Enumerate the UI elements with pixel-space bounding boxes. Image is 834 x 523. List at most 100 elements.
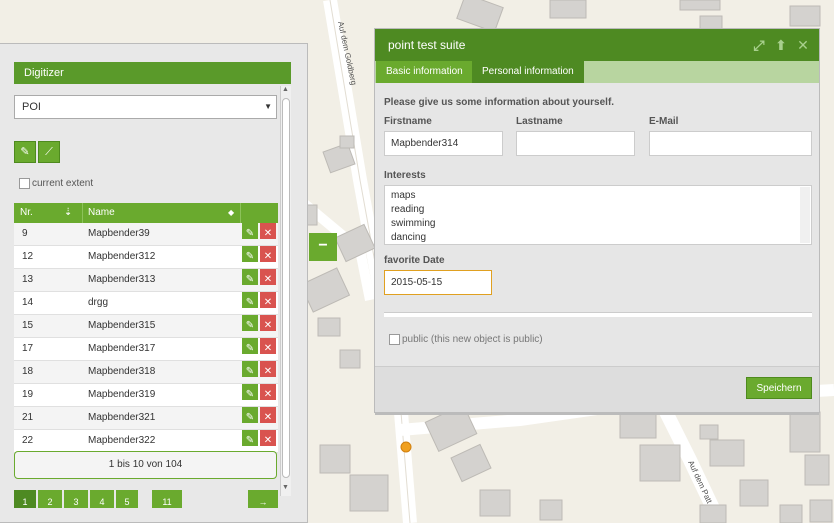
column-divider (82, 203, 83, 223)
fullscreen-icon[interactable]: ⤢ (751, 37, 767, 53)
public-label: public (this new object is public) (402, 334, 543, 346)
edit-icon[interactable]: ✎ (242, 384, 258, 400)
table-row[interactable]: 12 Mapbender312 ✎ ✕ (14, 246, 278, 269)
favorite-date-field[interactable]: 2015-05-15 (384, 270, 492, 295)
tab-basic-information[interactable]: Basic information (376, 61, 473, 83)
draw-line-button[interactable]: ⟋ (38, 141, 60, 163)
intro-text: Please give us some information about yo… (384, 97, 615, 108)
interest-option[interactable]: maps (391, 190, 415, 201)
delete-icon[interactable]: ✕ (260, 269, 276, 285)
table-row[interactable]: 15 Mapbender315 ✎ ✕ (14, 315, 278, 338)
panel-scrollbar[interactable]: ▲ ▼ (280, 86, 291, 496)
lastname-label: Lastname (516, 116, 563, 127)
row-nr: 13 (22, 274, 34, 285)
favorite-date-label: favorite Date (384, 255, 445, 266)
column-nr-header[interactable]: Nr. (20, 203, 33, 223)
page-last-button[interactable]: 11 (152, 490, 182, 508)
page-2-button[interactable]: 2 (38, 490, 62, 508)
layer-select[interactable]: POI ▼ (14, 95, 277, 119)
table-row[interactable]: 21 Mapbender321 ✎ ✕ (14, 407, 278, 430)
public-checkbox[interactable] (389, 334, 400, 345)
edit-icon[interactable]: ✎ (242, 223, 258, 239)
row-name: Mapbender317 (88, 343, 156, 354)
edit-icon[interactable]: ✎ (242, 361, 258, 377)
edit-icon[interactable]: ✎ (242, 315, 258, 331)
table-row[interactable]: 17 Mapbender317 ✎ ✕ (14, 338, 278, 361)
interests-listbox[interactable]: maps reading swimming dancing (384, 185, 812, 245)
delete-icon[interactable]: ✕ (260, 407, 276, 423)
public-row[interactable]: public (this new object is public) (389, 334, 543, 345)
table-row[interactable]: 13 Mapbender313 ✎ ✕ (14, 269, 278, 292)
firstname-label: Firstname (384, 116, 432, 127)
table-row[interactable]: 9 Mapbender39 ✎ ✕ (14, 223, 278, 246)
page-5-button[interactable]: 5 (116, 490, 138, 508)
arrow-up-icon[interactable]: ⬆ (773, 37, 789, 53)
edit-icon[interactable]: ✎ (242, 407, 258, 423)
current-extent-row[interactable]: current extent (19, 178, 93, 189)
close-icon[interactable]: ✕ (795, 37, 811, 53)
interests-label: Interests (384, 170, 426, 181)
scroll-thumb[interactable] (282, 98, 290, 478)
row-nr: 9 (22, 228, 28, 239)
interests-scrollbar[interactable] (800, 187, 810, 243)
lastname-field[interactable] (516, 131, 635, 156)
delete-icon[interactable]: ✕ (260, 361, 276, 377)
delete-icon[interactable]: ✕ (260, 430, 276, 446)
table-row[interactable]: 14 drgg ✎ ✕ (14, 292, 278, 315)
save-button[interactable]: Speichern (746, 377, 812, 399)
email-field[interactable] (649, 131, 812, 156)
row-nr: 14 (22, 297, 34, 308)
interest-option[interactable]: reading (391, 204, 424, 215)
delete-icon[interactable]: ✕ (260, 223, 276, 239)
tab-personal-information[interactable]: Personal information (472, 61, 584, 83)
delete-icon[interactable]: ✕ (260, 338, 276, 354)
edit-icon[interactable]: ✎ (242, 269, 258, 285)
feature-table: Nr. ⇣ Name ◆ 9 Mapbender39 ✎ ✕ 12 Mapbender31… (14, 203, 278, 453)
scroll-up-icon[interactable]: ▲ (282, 86, 289, 93)
edit-icon[interactable]: ✎ (242, 430, 258, 446)
interest-option[interactable]: dancing (391, 232, 426, 243)
row-nr: 15 (22, 320, 34, 331)
email-label: E-Mail (649, 116, 679, 127)
row-name: Mapbender318 (88, 366, 156, 377)
page-info: 1 bis 10 von 104 (14, 451, 277, 479)
divider (384, 312, 812, 317)
edit-point-icon: ✎ (20, 146, 30, 158)
delete-icon[interactable]: ✕ (260, 246, 276, 262)
firstname-field[interactable]: Mapbender314 (384, 131, 503, 156)
chevron-down-icon: ▼ (264, 102, 272, 111)
sort-toggle-icon[interactable]: ◆ (228, 203, 234, 223)
delete-icon[interactable]: ✕ (260, 292, 276, 308)
page-3-button[interactable]: 3 (64, 490, 88, 508)
page-1-button[interactable]: 1 (14, 490, 36, 508)
scroll-down-icon[interactable]: ▼ (282, 484, 289, 491)
delete-icon[interactable]: ✕ (260, 315, 276, 331)
sort-icon[interactable]: ⇣ (64, 203, 72, 223)
table-body: 9 Mapbender39 ✎ ✕ 12 Mapbender312 ✎ ✕ 13 Mapbende… (14, 223, 278, 453)
column-name-header[interactable]: Name (88, 203, 115, 223)
interest-option[interactable]: swimming (391, 218, 435, 229)
popup-title-text: point test suite (388, 38, 466, 52)
table-row[interactable]: 19 Mapbender319 ✎ ✕ (14, 384, 278, 407)
next-page-button[interactable]: → (248, 490, 278, 508)
table-row[interactable]: 22 Mapbender322 ✎ ✕ (14, 430, 278, 453)
draw-line-icon: ⟋ (45, 146, 53, 158)
row-nr: 21 (22, 412, 34, 423)
edit-icon[interactable]: ✎ (242, 246, 258, 262)
delete-icon[interactable]: ✕ (260, 384, 276, 400)
current-extent-label: current extent (32, 178, 94, 190)
table-row[interactable]: 18 Mapbender318 ✎ ✕ (14, 361, 278, 384)
page-4-button[interactable]: 4 (90, 490, 114, 508)
collapse-panel-button[interactable]: − (309, 233, 337, 261)
table-header: Nr. ⇣ Name ◆ (14, 203, 278, 223)
current-extent-checkbox[interactable] (19, 178, 30, 189)
row-name: Mapbender315 (88, 320, 156, 331)
row-name: Mapbender313 (88, 274, 156, 285)
row-nr: 18 (22, 366, 34, 377)
poi-marker[interactable] (400, 441, 412, 453)
column-divider (240, 203, 241, 223)
edit-point-button[interactable]: ✎ (14, 141, 36, 163)
edit-icon[interactable]: ✎ (242, 292, 258, 308)
popup-tabs: Basic information Personal information (375, 61, 819, 83)
edit-icon[interactable]: ✎ (242, 338, 258, 354)
